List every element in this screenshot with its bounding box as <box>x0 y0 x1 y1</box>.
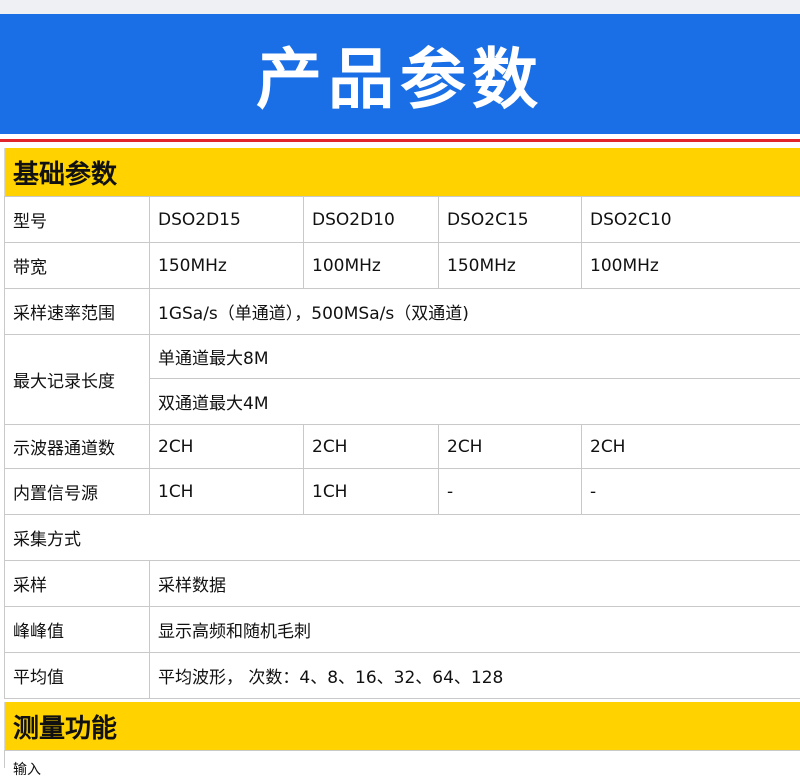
table-cell: DSO2C10 <box>582 197 800 243</box>
table-row: 示波器通道数 2CH 2CH 2CH 2CH <box>5 425 800 469</box>
table-cell: 100MHz <box>304 243 439 289</box>
table-cell: 显示高频和随机毛刺 <box>150 607 800 653</box>
table-cell: - <box>582 469 800 515</box>
section-title: 基础参数 <box>5 154 117 191</box>
banner-title: 产品参数 <box>256 26 544 122</box>
row-label: 采样速率范围 <box>5 289 150 335</box>
table-cell: - <box>439 469 582 515</box>
table-cell: 采样数据 <box>150 561 800 607</box>
table-cell: 1GSa/s（单通道），500MSa/s（双通道) <box>150 289 800 335</box>
row-label: 采样 <box>5 561 150 607</box>
table-row: 平均值 平均波形， 次数：4、8、16、32、64、128 <box>5 653 800 699</box>
table-row: 型号 DSO2D15 DSO2D10 DSO2C15 DSO2C10 <box>5 197 800 243</box>
table-cell: 2CH <box>150 425 304 469</box>
table-row: 峰峰值 显示高频和随机毛刺 <box>5 607 800 653</box>
table-cell: 2CH <box>582 425 800 469</box>
banner: 产品参数 <box>0 14 800 134</box>
table-cell: 双通道最大4M <box>150 379 800 425</box>
row-label: 采集方式 <box>5 515 800 561</box>
table-cell: 2CH <box>439 425 582 469</box>
table-cell: DSO2C15 <box>439 197 582 243</box>
row-label: 内置信号源 <box>5 469 150 515</box>
table-row: 采样速率范围 1GSa/s（单通道），500MSa/s（双通道) <box>5 289 800 335</box>
table-cell: 单通道最大8M <box>150 335 800 379</box>
table-cell: 平均波形， 次数：4、8、16、32、64、128 <box>150 653 800 699</box>
table-row: 最大记录长度 单通道最大8M <box>5 335 800 379</box>
section-title: 测量功能 <box>5 708 117 745</box>
row-label: 输入 <box>5 762 41 778</box>
table-cell: DSO2D10 <box>304 197 439 243</box>
table-cell: 150MHz <box>150 243 304 289</box>
table-row: 采样 采样数据 <box>5 561 800 607</box>
spec-table: 型号 DSO2D15 DSO2D10 DSO2C15 DSO2C10 带宽 15… <box>4 196 800 699</box>
partial-table-row: 输入 <box>4 750 800 768</box>
row-label: 示波器通道数 <box>5 425 150 469</box>
table-cell: 100MHz <box>582 243 800 289</box>
table-cell: 2CH <box>304 425 439 469</box>
row-label: 最大记录长度 <box>5 335 150 425</box>
row-label: 峰峰值 <box>5 607 150 653</box>
section-header-basic: 基础参数 <box>4 148 800 196</box>
table-row: 带宽 150MHz 100MHz 150MHz 100MHz <box>5 243 800 289</box>
table-row: 采集方式 <box>5 515 800 561</box>
table-cell: 1CH <box>304 469 439 515</box>
row-label: 平均值 <box>5 653 150 699</box>
table-cell: DSO2D15 <box>150 197 304 243</box>
table-cell: 150MHz <box>439 243 582 289</box>
table-cell: 1CH <box>150 469 304 515</box>
row-label: 带宽 <box>5 243 150 289</box>
table-row: 内置信号源 1CH 1CH - - <box>5 469 800 515</box>
red-divider <box>0 134 800 142</box>
top-strip <box>0 0 800 14</box>
row-label: 型号 <box>5 197 150 243</box>
section-header-measure: 测量功能 <box>4 702 800 750</box>
